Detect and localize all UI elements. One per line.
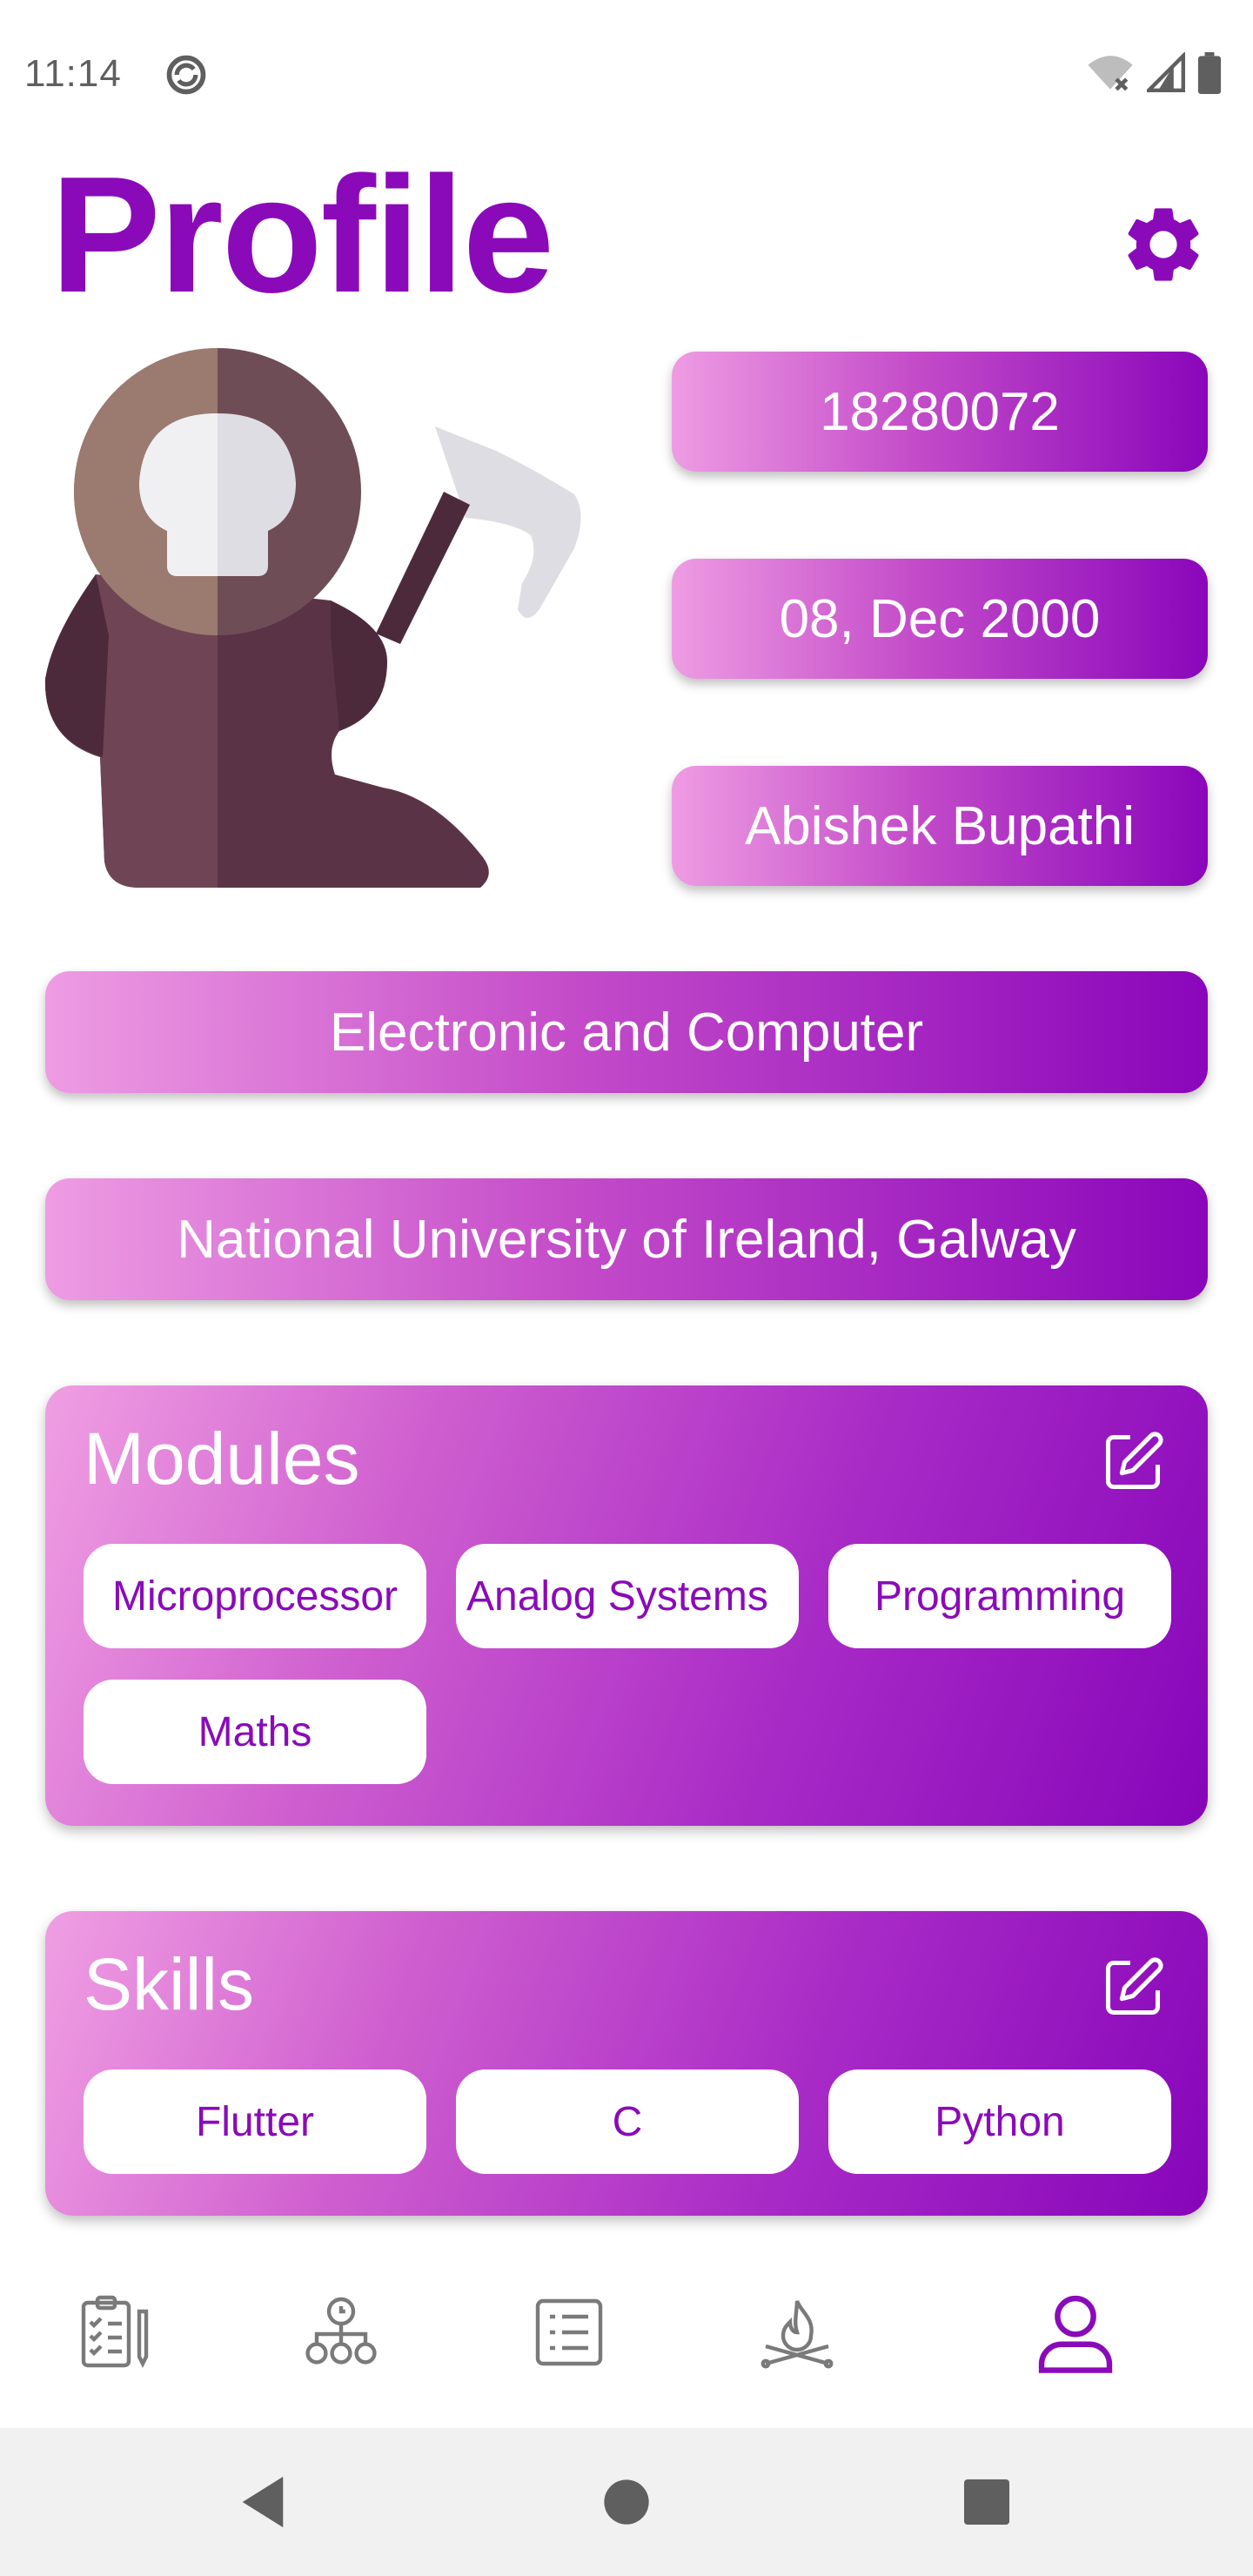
avatar-image — [44, 348, 581, 888]
gear-icon — [1128, 208, 1199, 281]
skill-chip-label: C — [612, 2098, 643, 2145]
skill-chip-label: Python — [935, 2098, 1065, 2145]
name-text: Abishek Bupathi — [744, 795, 1136, 856]
back-button[interactable] — [228, 2467, 298, 2537]
back-triangle-icon — [242, 2476, 284, 2528]
module-chip-label: Maths — [198, 1708, 312, 1755]
module-chip-label: Analog Systems — [466, 1573, 768, 1620]
home-button[interactable] — [592, 2467, 661, 2537]
wifi-off-icon — [1088, 56, 1133, 91]
nav-profile[interactable] — [1023, 2280, 1128, 2385]
home-circle-icon — [604, 2479, 649, 2525]
nav-list[interactable] — [517, 2280, 621, 2385]
status-icons — [1086, 52, 1222, 94]
module-chip-label: Programming — [874, 1573, 1126, 1620]
skills-title: Skills — [84, 1943, 255, 2025]
settings-button[interactable] — [1116, 197, 1211, 292]
student-id-field: 18280072 — [672, 352, 1208, 472]
status-bar: 11:14 — [0, 0, 1253, 148]
cell-signal-icon — [1147, 52, 1185, 92]
skill-chip[interactable]: Flutter — [84, 2070, 426, 2174]
module-chip[interactable]: Programming — [828, 1544, 1171, 1648]
hierarchy-icon — [305, 2297, 377, 2365]
nav-tasks[interactable] — [63, 2280, 167, 2385]
university-text: National University of Ireland, Galway — [177, 1209, 1076, 1270]
nav-hierarchy[interactable] — [289, 2280, 393, 2385]
list-icon — [535, 2298, 603, 2366]
university-field: National University of Ireland, Galway — [45, 1178, 1208, 1300]
bottom-navigation — [0, 2254, 1253, 2428]
student-id-text: 18280072 — [820, 381, 1060, 442]
module-chip[interactable]: Microprocessor — [84, 1544, 426, 1648]
skill-chip-label: Flutter — [195, 2098, 315, 2145]
profile-icon — [1038, 2295, 1113, 2373]
page-title: Profile — [50, 143, 554, 327]
name-field: Abishek Bupathi — [672, 766, 1208, 886]
status-time: 11:14 — [24, 52, 122, 95]
modules-title: Modules — [84, 1418, 360, 1499]
course-field: Electronic and Computer — [45, 971, 1208, 1093]
module-chip[interactable]: Maths — [84, 1680, 426, 1784]
module-chip-label: Microprocessor — [111, 1573, 399, 1620]
sync-status-icon — [166, 55, 206, 95]
skills-card: Skills Flutter C Python — [45, 1911, 1208, 2216]
recents-button[interactable] — [952, 2467, 1022, 2537]
module-chip[interactable]: Analog Systems — [456, 1544, 799, 1648]
tasks-icon — [81, 2295, 149, 2368]
recents-square-icon — [964, 2479, 1009, 2525]
system-navigation-bar — [0, 2428, 1253, 2576]
modules-card: Modules Microprocessor Analog Systems Pr… — [45, 1385, 1208, 1826]
battery-icon — [1197, 52, 1222, 94]
edit-modules-icon[interactable] — [1100, 1429, 1166, 1495]
dob-field: 08, Dec 2000 — [672, 559, 1208, 679]
skill-chip[interactable]: C — [456, 2070, 799, 2174]
campfire-icon — [761, 2300, 834, 2369]
skill-chip[interactable]: Python — [828, 2070, 1171, 2174]
dob-text: 08, Dec 2000 — [779, 588, 1101, 649]
nav-campfire[interactable] — [745, 2280, 849, 2385]
edit-skills-icon[interactable] — [1100, 1955, 1166, 2021]
course-text: Electronic and Computer — [329, 1002, 924, 1063]
